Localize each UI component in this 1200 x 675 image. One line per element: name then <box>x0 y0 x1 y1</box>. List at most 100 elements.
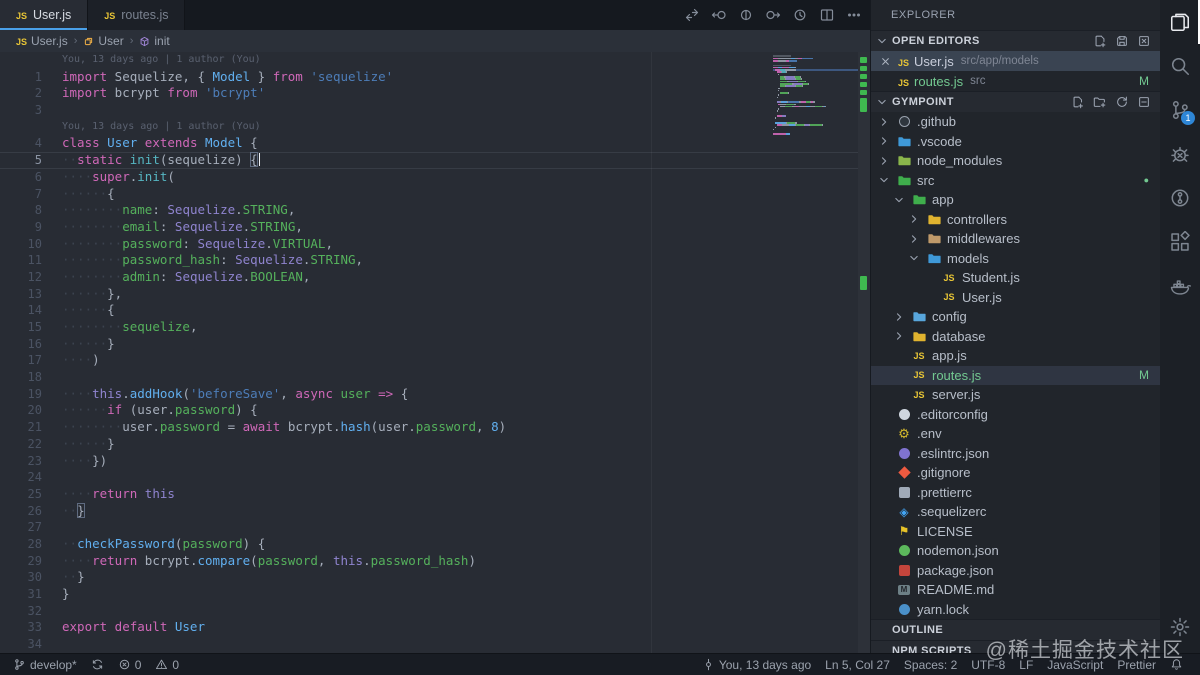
code-line[interactable]: 8········name: Sequelize.STRING, <box>0 202 870 219</box>
breadcrumb-item-User.js[interactable]: JSUser.js <box>16 34 68 48</box>
status-indentation[interactable]: Spaces: 2 <box>897 654 964 675</box>
code-line[interactable]: 27 <box>0 519 870 536</box>
open-editor-routes.js[interactable]: JSroutes.jssrcM <box>871 71 1161 91</box>
next-change-icon[interactable] <box>765 7 781 23</box>
status-cursor-position[interactable]: Ln 5, Col 27 <box>818 654 897 675</box>
status-problems-warnings[interactable]: 0 <box>148 654 186 675</box>
tree-item-README.md[interactable]: MREADME.md <box>871 580 1161 600</box>
activity-settings-icon[interactable] <box>1160 605 1200 649</box>
tree-item-app.js[interactable]: JSapp.js <box>871 346 1161 366</box>
code-lens[interactable]: You, 13 days ago | 1 author (You) <box>0 119 870 136</box>
activity-debug-icon[interactable] <box>1160 132 1200 176</box>
code-line[interactable]: 14······{ <box>0 302 870 319</box>
code-line[interactable]: 22······} <box>0 436 870 453</box>
tree-item-server.js[interactable]: JSserver.js <box>871 385 1161 405</box>
activity-docker-icon[interactable] <box>1160 264 1200 308</box>
code-line[interactable]: 4class User extends Model { <box>0 135 870 152</box>
code-line[interactable]: 31} <box>0 586 870 603</box>
collapse-folders-icon[interactable] <box>1137 95 1151 109</box>
open-editors-header[interactable]: OPEN EDITORS <box>871 30 1161 51</box>
breadcrumb-item-init[interactable]: init <box>139 34 169 48</box>
status-language-mode[interactable]: JavaScript <box>1040 654 1110 675</box>
split-editor-icon[interactable] <box>819 7 835 23</box>
code-line[interactable]: 13······}, <box>0 286 870 303</box>
open-changes-icon[interactable] <box>684 7 700 23</box>
code-line[interactable]: 7······{ <box>0 186 870 203</box>
file-history-icon[interactable] <box>792 7 808 23</box>
tree-item-.vscode[interactable]: .vscode <box>871 132 1161 152</box>
save-all-icon[interactable] <box>1115 34 1129 48</box>
code-line[interactable]: 9········email: Sequelize.STRING, <box>0 219 870 236</box>
code-line[interactable]: 18 <box>0 369 870 386</box>
toggle-blame-icon[interactable] <box>738 7 754 23</box>
code-line[interactable]: 33export default User <box>0 619 870 636</box>
outline-section-header[interactable]: OUTLINE <box>871 619 1161 640</box>
status-gitlens-blame[interactable]: You, 13 days ago <box>695 654 818 675</box>
tree-item-.editorconfig[interactable]: .editorconfig <box>871 405 1161 425</box>
code-line[interactable]: 12········admin: Sequelize.BOOLEAN, <box>0 269 870 286</box>
code-line[interactable]: 29····return bcrypt.compare(password, th… <box>0 553 870 570</box>
tree-item-nodemon.json[interactable]: nodemon.json <box>871 541 1161 561</box>
code-line[interactable]: 24 <box>0 469 870 486</box>
tree-item-middlewares[interactable]: middlewares <box>871 229 1161 249</box>
code-line[interactable]: 34 <box>0 636 870 653</box>
code-line[interactable]: 28··checkPassword(password) { <box>0 536 870 553</box>
code-line[interactable]: 25····return this <box>0 486 870 503</box>
code-lens[interactable]: You, 13 days ago | 1 author (You) <box>0 52 870 69</box>
code-line[interactable]: 1import Sequelize, { Model } from 'seque… <box>0 69 870 86</box>
code-line[interactable]: 30··} <box>0 569 870 586</box>
open-editor-User.js[interactable]: JSUser.jssrc/app/models <box>871 51 1161 71</box>
code-line[interactable]: 19····this.addHook('beforeSave', async u… <box>0 386 870 403</box>
tree-item-User.js[interactable]: JSUser.js <box>871 288 1161 308</box>
code-line[interactable]: 21········user.password = await bcrypt.h… <box>0 419 870 436</box>
breadcrumb-item-User[interactable]: User <box>83 34 123 48</box>
activity-search-icon[interactable] <box>1160 44 1200 88</box>
code-line[interactable]: 2import bcrypt from 'bcrypt' <box>0 85 870 102</box>
status-git-branch[interactable]: develop* <box>6 654 84 675</box>
code-line[interactable]: 11········password_hash: Sequelize.STRIN… <box>0 252 870 269</box>
refresh-explorer-icon[interactable] <box>1115 95 1129 109</box>
previous-change-icon[interactable] <box>711 7 727 23</box>
tree-item-database[interactable]: database <box>871 327 1161 347</box>
code-line[interactable]: 10········password: Sequelize.VIRTUAL, <box>0 236 870 253</box>
activity-extensions-icon[interactable] <box>1160 220 1200 264</box>
tab-routes.js[interactable]: JSroutes.js <box>88 0 185 30</box>
tree-item-.prettierrc[interactable]: .prettierrc <box>871 483 1161 503</box>
code-line[interactable]: 32 <box>0 603 870 620</box>
tree-item-.sequelizerc[interactable]: ◈.sequelizerc <box>871 502 1161 522</box>
tab-User.js[interactable]: JSUser.js <box>0 0 88 30</box>
tree-item-package.json[interactable]: package.json <box>871 561 1161 581</box>
project-gympoint-header[interactable]: GYMPOINT <box>871 91 1161 112</box>
close-all-editors-icon[interactable] <box>1137 34 1151 48</box>
tree-item-controllers[interactable]: controllers <box>871 210 1161 230</box>
code-line[interactable]: 20······if (user.password) { <box>0 402 870 419</box>
tree-item-node_modules[interactable]: node_modules <box>871 151 1161 171</box>
overview-ruler[interactable] <box>858 52 870 653</box>
status-eol[interactable]: LF <box>1012 654 1040 675</box>
code-line[interactable]: 15········sequelize, <box>0 319 870 336</box>
status-sync[interactable] <box>84 654 111 675</box>
tree-item-routes.js[interactable]: JSroutes.jsM <box>871 366 1161 386</box>
status-notifications[interactable] <box>1163 654 1190 675</box>
tree-item-src[interactable]: src● <box>871 171 1161 191</box>
code-line[interactable]: 3 <box>0 102 870 119</box>
tree-item-yarn.lock[interactable]: yarn.lock <box>871 600 1161 620</box>
tree-item-LICENSE[interactable]: ⚑LICENSE <box>871 522 1161 542</box>
activity-explorer-icon[interactable] <box>1160 0 1200 44</box>
code-line[interactable]: 6····super.init( <box>0 169 870 186</box>
code-line[interactable]: 16······} <box>0 336 870 353</box>
tree-item-app[interactable]: app <box>871 190 1161 210</box>
tree-item-Student.js[interactable]: JSStudent.js <box>871 268 1161 288</box>
new-file-icon[interactable] <box>1071 95 1085 109</box>
code-editor[interactable]: You, 13 days ago | 1 author (You)1import… <box>0 52 870 653</box>
code-line[interactable]: 26··} <box>0 503 870 520</box>
new-untitled-editor-icon[interactable] <box>1093 34 1107 48</box>
minimap[interactable] <box>773 55 858 138</box>
code-line[interactable]: 23····}) <box>0 453 870 470</box>
tree-item-.gitignore[interactable]: .gitignore <box>871 463 1161 483</box>
code-line[interactable]: 17····) <box>0 352 870 369</box>
more-actions-icon[interactable] <box>846 7 862 23</box>
tree-item-.github[interactable]: .github <box>871 112 1161 132</box>
close-icon[interactable] <box>877 55 893 68</box>
activity-source-control-icon[interactable]: 1 <box>1160 88 1200 132</box>
